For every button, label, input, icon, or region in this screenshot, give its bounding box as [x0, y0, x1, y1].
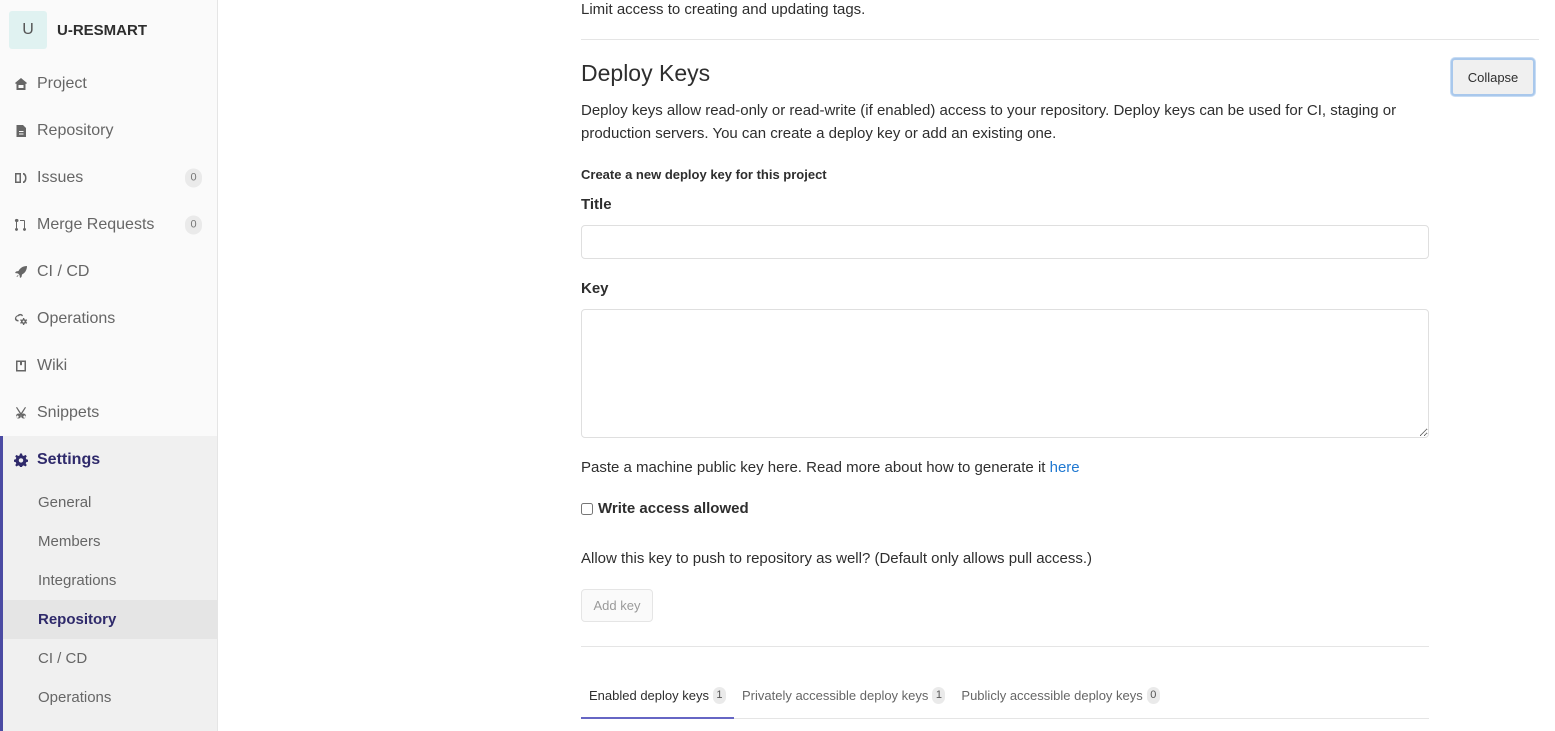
form-divider: [581, 646, 1429, 647]
tab-count-badge: 0: [1146, 686, 1160, 704]
rocket-icon: [14, 265, 28, 279]
section-title: Deploy Keys: [581, 60, 711, 86]
sidebar-item-label: Operations: [37, 309, 116, 327]
key-help-text: Paste a machine public key here. Read mo…: [581, 459, 1080, 476]
sidebar-item-label: Wiki: [37, 356, 68, 374]
book-icon: [14, 359, 28, 373]
settings-sub-members[interactable]: Members: [3, 522, 217, 561]
sidebar-item-label: Merge Requests: [37, 215, 155, 233]
write-access-help-text: Allow this key to push to repository as …: [581, 550, 1093, 567]
tab-label: Enabled deploy keys: [589, 687, 709, 703]
scissors-icon: [14, 406, 28, 420]
key-help-text-body: Paste a machine public key here. Read mo…: [581, 459, 1050, 476]
gear-icon: [14, 453, 28, 467]
tab-publicly-accessible-deploy-keys[interactable]: Publicly accessible deploy keys 0: [953, 672, 1167, 718]
tab-enabled-deploy-keys[interactable]: Enabled deploy keys 1: [581, 672, 734, 719]
settings-sub-general[interactable]: General: [3, 483, 217, 522]
sidebar-item-label: Snippets: [37, 403, 100, 421]
sidebar: U U-RESMART Project Repository Issues 0 …: [0, 0, 218, 731]
tab-privately-accessible-deploy-keys[interactable]: Privately accessible deploy keys 1: [734, 672, 953, 718]
settings-sub-integrations[interactable]: Integrations: [3, 561, 217, 600]
project-name[interactable]: U-RESMART: [57, 22, 147, 39]
home-icon: [14, 77, 28, 91]
issues-icon: [14, 171, 28, 185]
key-label: Key: [581, 280, 609, 297]
write-access-label[interactable]: Write access allowed: [598, 500, 749, 517]
title-input[interactable]: [581, 225, 1429, 259]
cloud-gear-icon: [14, 312, 28, 326]
sidebar-item-merge-requests[interactable]: Merge Requests 0: [0, 201, 217, 248]
merge-request-icon: [14, 218, 28, 232]
sidebar-item-ci-cd[interactable]: CI / CD: [0, 248, 217, 295]
sidebar-item-operations[interactable]: Operations: [0, 295, 217, 342]
sidebar-item-label: Project: [37, 74, 87, 92]
tab-label: Privately accessible deploy keys: [741, 687, 929, 703]
project-avatar: U: [9, 11, 47, 49]
section-divider: [581, 39, 1539, 40]
settings-sub-ci-cd[interactable]: CI / CD: [3, 639, 217, 678]
tab-count-badge: 1: [712, 686, 726, 704]
sidebar-item-repository[interactable]: Repository: [0, 107, 217, 154]
doc-icon: [14, 124, 28, 138]
add-key-button[interactable]: Add key: [581, 589, 653, 622]
sidebar-item-label: CI / CD: [37, 262, 90, 280]
project-header[interactable]: U U-RESMART: [0, 0, 217, 60]
sidebar-item-label: Settings: [37, 450, 101, 468]
sidebar-item-snippets[interactable]: Snippets: [0, 389, 217, 436]
deploy-keys-tabs: Enabled deploy keys 1 Privately accessib…: [581, 672, 1429, 719]
tab-label: Publicly accessible deploy keys: [961, 687, 1143, 703]
sidebar-item-label: Issues: [37, 168, 84, 186]
collapse-button[interactable]: Collapse: [1451, 58, 1535, 96]
section-description: Deploy keys allow read-only or read-writ…: [581, 102, 1397, 142]
settings-sub-operations[interactable]: Operations: [3, 678, 217, 717]
merge-requests-count-badge: 0: [185, 215, 202, 234]
settings-sub-repository[interactable]: Repository: [3, 600, 217, 639]
sidebar-item-project[interactable]: Project: [0, 60, 217, 107]
key-textarea[interactable]: [581, 309, 1429, 438]
sidebar-item-issues[interactable]: Issues 0: [0, 154, 217, 201]
sidebar-item-settings[interactable]: Settings: [3, 436, 217, 483]
sidebar-item-wiki[interactable]: Wiki: [0, 342, 217, 389]
title-label: Title: [581, 196, 612, 213]
write-access-checkbox[interactable]: [581, 502, 593, 515]
issues-count-badge: 0: [185, 168, 202, 187]
protected-tags-description: Limit access to creating and updating ta…: [581, 1, 866, 18]
tab-count-badge: 1: [932, 686, 946, 704]
write-access-row: Write access allowed: [581, 500, 749, 517]
form-heading: Create a new deploy key for this project: [581, 167, 827, 182]
generate-key-help-link[interactable]: here: [1050, 459, 1080, 476]
sidebar-item-label: Repository: [37, 121, 114, 139]
